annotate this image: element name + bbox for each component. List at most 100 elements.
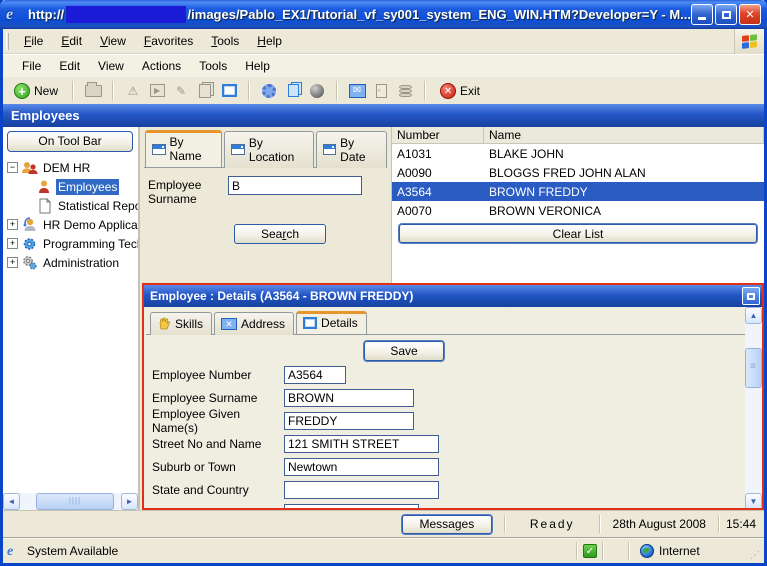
tab-label: Address [241,316,286,331]
app-menu-tools[interactable]: Tools [190,56,236,76]
table-row[interactable]: A1031 BLAKE JOHN [392,144,764,163]
tree-item-label[interactable]: HR Demo Applicatio [41,217,138,233]
empty-panel [604,542,628,560]
exit-button[interactable]: ✕ Exit [435,81,485,101]
form-icon [303,317,318,329]
close-button[interactable]: ✕ [739,4,761,25]
browser-status-bar: e System Available ✓ Internet ⋰ [3,537,764,563]
settings-button[interactable] [259,82,279,100]
tree-item-administration[interactable]: + Administration [7,253,138,272]
scroll-left-icon[interactable]: ◄ [3,493,20,510]
tree-item-hr-demo[interactable]: + HR Demo Applicatio [7,215,138,234]
scroll-right-icon[interactable]: ► [121,493,138,510]
gears-icon [23,255,37,270]
exit-button-label: Exit [460,83,481,98]
street-input[interactable] [284,435,439,453]
browser-menu-edit[interactable]: Edit [52,31,91,51]
tab-label: By Name [169,135,202,163]
cell-number: A0090 [397,165,432,180]
tab-by-location[interactable]: By Location [224,131,314,168]
employee-number-input[interactable] [284,366,346,384]
details-body: Skills ✕ Address Details Save Employee N… [144,307,762,508]
table-row[interactable]: A0070 BROWN VERONICA [392,201,764,220]
tree-item-label[interactable]: Statistical Repo [56,198,138,214]
details-vertical-scrollbar[interactable]: ▲ ▼ [745,307,762,508]
report-button[interactable] [371,82,391,100]
new-button[interactable]: + New [9,81,63,101]
column-header-name[interactable]: Name [484,127,764,143]
url-suffix: /images/Pablo_EX1/Tutorial_vf_sy001_syst… [187,7,691,22]
tab-by-name[interactable]: By Name [145,130,223,167]
suburb-input[interactable] [284,458,439,476]
browser-menu-favorites[interactable]: Favorites [135,31,202,51]
navigation-sidebar: On Tool Bar − DEM HR Employees Statistic… [3,127,140,510]
browser-menu-tools[interactable]: Tools [202,31,248,51]
title-bar[interactable]: e http:// /images/Pablo_EX1/Tutorial_vf_… [0,0,767,29]
run-button[interactable]: ▶ [147,82,167,100]
app-menu-actions[interactable]: Actions [133,56,190,76]
maximize-button[interactable] [715,4,737,25]
copy-pages-button[interactable] [283,82,303,100]
browser-menu-view[interactable]: View [91,31,135,51]
paste-button[interactable] [195,82,215,100]
collapse-icon[interactable]: − [7,162,18,173]
search-button[interactable]: Search [234,224,326,244]
app-menu-help[interactable]: Help [236,56,279,76]
search-form: Employee Surname [142,168,389,214]
scrollbar-thumb[interactable] [745,348,762,388]
browser-menu-help[interactable]: Help [248,31,291,51]
tree-item-programming[interactable]: + Programming Techn [7,234,138,253]
sidebar-horizontal-scrollbar[interactable]: ◄ ► [3,493,138,510]
details-maximize-button[interactable] [742,287,760,305]
on-tool-bar-button[interactable]: On Tool Bar [7,131,133,152]
tree-item-dem-hr[interactable]: − DEM HR [7,158,138,177]
column-header-number[interactable]: Number [392,127,484,143]
tree-item-label[interactable]: Programming Techn [41,236,138,252]
open-folder-button[interactable] [83,81,103,100]
app-menu-view[interactable]: View [89,56,133,76]
person-icon [39,180,49,193]
tree-item-employees[interactable]: Employees [7,177,138,196]
messages-button[interactable]: Messages [401,514,492,534]
database-button[interactable] [395,82,415,100]
app-menu-file[interactable]: File [13,56,50,76]
table-row-selected[interactable]: A3564 BROWN FREDDY [392,182,764,201]
globe-sphere-button[interactable] [307,82,327,100]
clear-list-button[interactable]: Clear List [399,224,757,243]
tree-item-label[interactable]: Administration [41,255,121,271]
given-names-input[interactable] [284,412,414,430]
scroll-down-icon[interactable]: ▼ [745,493,762,508]
mail-button[interactable]: ✉ [347,82,367,100]
app-menu-edit[interactable]: Edit [50,56,89,76]
tab-address[interactable]: ✕ Address [214,312,295,335]
surname-input[interactable] [228,176,362,195]
tree-item-label[interactable]: Employees [56,178,120,195]
employee-surname-input[interactable] [284,389,414,407]
state-country-input[interactable] [284,481,439,499]
scrollbar-thumb[interactable] [36,493,114,510]
expand-icon[interactable]: + [7,219,18,230]
warning-button[interactable]: ⚠ [123,82,143,100]
minimize-button[interactable] [691,4,713,25]
field-label-street: Street No and Name [152,437,262,451]
scroll-up-icon[interactable]: ▲ [745,307,762,324]
field-label-employee-surname: Employee Surname [152,391,258,405]
mail-icon: ✉ [348,83,366,98]
warning-icon: ⚠ [127,83,139,98]
expand-icon[interactable]: + [7,238,18,249]
tree-item-label[interactable]: DEM HR [41,160,92,176]
edit-button[interactable]: ✎ [171,82,191,100]
app-toolbar: + New ⚠ ▶ ✎ ✉ ✕ Exit [3,77,764,104]
windows-logo-panel [734,29,764,54]
blank-form-button[interactable] [219,82,239,100]
tree-item-statistical-reports[interactable]: Statistical Repo [7,196,138,215]
resize-grip-icon[interactable]: ⋰ [750,550,760,563]
table-row[interactable]: A0090 BLOGGS FRED JOHN ALAN [392,163,764,182]
save-button[interactable]: Save [364,341,444,361]
tab-details[interactable]: Details [296,311,367,334]
expand-icon[interactable]: + [7,257,18,268]
tab-skills[interactable]: Skills [150,312,213,335]
tab-by-date[interactable]: By Date [315,131,387,168]
browser-menu-file[interactable]: File [15,31,52,51]
details-title-bar[interactable]: Employee : Details (A3564 - BROWN FREDDY… [144,285,762,307]
